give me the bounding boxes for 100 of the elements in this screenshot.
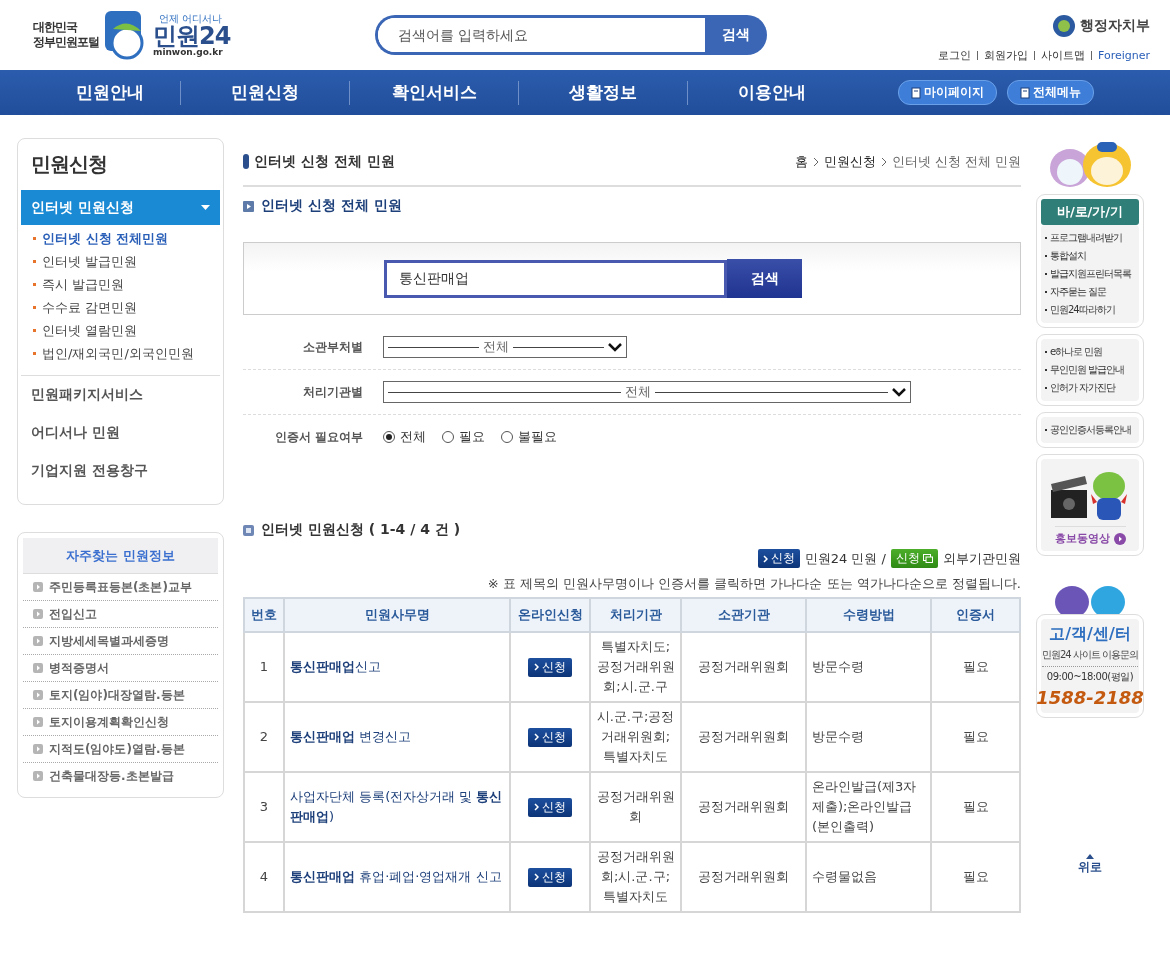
shortcut-link[interactable]: 인허가 자가진단	[1050, 380, 1116, 396]
nav-item[interactable]: 확인서비스	[350, 81, 518, 104]
shortcut-link[interactable]: 자주묻는 질문	[1050, 284, 1107, 300]
frequent-link[interactable]: 지적도(임야도)열람.등본	[49, 740, 185, 758]
apply-button[interactable]: 신청	[528, 657, 572, 677]
frequent-link[interactable]: 병적증명서	[49, 659, 109, 677]
sidebar-item[interactable]: 인터넷 신청 전체민원	[42, 229, 169, 248]
legend-text: 외부기관민원	[943, 549, 1021, 568]
column-header[interactable]: 인증서	[931, 598, 1020, 632]
table-cell: 공정거래위원회	[681, 842, 806, 912]
shortcut-link[interactable]: 통합설치	[1050, 248, 1086, 264]
shortcut-link[interactable]: e하나로 민원	[1050, 344, 1103, 360]
column-header: 온라인신청	[510, 598, 590, 632]
nav-button[interactable]: 전체메뉴	[1007, 80, 1094, 105]
header-link[interactable]: 사이트맵	[1041, 47, 1085, 63]
frequent-link[interactable]: 전입신고	[49, 605, 97, 623]
chevron-down-icon	[892, 387, 906, 397]
radio-option[interactable]: 전체	[383, 428, 426, 446]
sidebar-item[interactable]: 수수료 감면민원	[42, 298, 138, 317]
dropdown[interactable]: 전체	[383, 381, 911, 403]
bullet-icon	[33, 352, 36, 355]
table-cell: 4	[244, 842, 284, 912]
panel-title: 고/객/센/터	[1049, 624, 1131, 645]
nav-item[interactable]: 이용안내	[688, 81, 856, 104]
sidebar-section[interactable]: 어디서나 민원	[21, 414, 220, 452]
table-cell: 방문수령	[806, 702, 931, 772]
logo-domain: minwon.go.kr	[153, 47, 223, 57]
table-cell: 2	[244, 702, 284, 772]
bullet-icon	[33, 260, 36, 263]
sidebar-item[interactable]: 인터넷 열람민원	[42, 321, 138, 340]
table-cell: 특별자치도;공정거래위원회;시.군.구	[590, 632, 681, 702]
center-subtitle: 민원24 사이트 이용문의	[1041, 648, 1139, 667]
header-link[interactable]: 로그인	[938, 47, 971, 63]
apply-button[interactable]: 신청	[528, 797, 572, 817]
nav-button[interactable]: 마이페이지	[898, 80, 997, 105]
search-field[interactable]: 통신판매업	[384, 259, 727, 298]
table-cell: 필요	[931, 702, 1020, 772]
header-link[interactable]: Foreigner	[1098, 48, 1150, 62]
frequent-link[interactable]: 토지이용계획확인신청	[49, 713, 169, 731]
shortcut-link[interactable]: 민원24따라하기	[1050, 302, 1115, 318]
column-header[interactable]: 민원사무명	[284, 598, 510, 632]
shortcut-link[interactable]: 발급지원프린터목록	[1050, 266, 1131, 282]
table-cell: 수령물없음	[806, 842, 931, 912]
sidebar-item[interactable]: 인터넷 발급민원	[42, 252, 138, 271]
apply-badge: 신청	[891, 549, 938, 568]
chevron-icon	[534, 873, 539, 881]
frequent-link[interactable]: 건축물대장등.초본발급	[49, 767, 174, 785]
column-header: 소관기관	[681, 598, 806, 632]
title-marker-icon	[243, 154, 249, 169]
shortcut-link[interactable]: 프로그램내려받기	[1050, 230, 1122, 246]
table-cell: 방문수령	[806, 632, 931, 702]
search-button[interactable]: 검색	[727, 259, 802, 298]
frequent-link[interactable]: 지방세세목별과세증명	[49, 632, 169, 650]
table-cell: 시.군.구;공정거래위원회;특별자치도	[590, 702, 681, 772]
page-title: 인터넷 신청 전체 민원	[254, 152, 395, 171]
table-cell: 온라인발급(제3자제출);온라인발급(본인출력)	[806, 772, 931, 842]
chevron-icon	[534, 803, 539, 811]
breadcrumb-link[interactable]: 홈	[794, 152, 808, 171]
filter-label: 처리기관별	[302, 383, 363, 401]
table-cell: 공정거래위원회	[681, 632, 806, 702]
bullet-icon	[33, 306, 36, 309]
table-cell: 공정거래위원회	[590, 772, 681, 842]
filter-label: 소관부처별	[302, 338, 363, 356]
sidebar-section[interactable]: 인터넷 민원신청	[21, 190, 220, 225]
breadcrumb-link[interactable]: 인터넷 신청 전체 민원	[891, 152, 1021, 171]
table-cell: 공정거래위원회;시.군.구;특별자치도	[590, 842, 681, 912]
apply-button[interactable]: 신청	[528, 727, 572, 747]
sort-note: ※ 표 제목의 민원사무명이나 인증서를 클릭하면 가나다순 또는 역가나다순으로 정렬됩니다.	[486, 575, 1021, 593]
chevron-icon	[534, 733, 539, 741]
dropdown[interactable]: 전체	[383, 336, 627, 358]
header-link[interactable]: 회원가입	[984, 47, 1028, 63]
chevron-icon	[762, 554, 768, 563]
filter-label: 인증서 필요여부	[273, 428, 363, 446]
apply-button[interactable]: 신청	[528, 867, 572, 887]
sidebar-item[interactable]: 즉시 발급민원	[42, 275, 125, 294]
search-field[interactable]: 검색어를 입력하세요	[375, 15, 705, 55]
chevron-icon	[880, 156, 887, 167]
page-icon	[911, 86, 921, 99]
column-header: 수령방법	[806, 598, 931, 632]
column-header: 번호	[244, 598, 284, 632]
nav-item[interactable]: 민원신청	[181, 81, 349, 104]
breadcrumb-link[interactable]: 민원신청	[823, 152, 876, 171]
bullet-icon	[33, 329, 36, 332]
sidebar-section[interactable]: 기업지원 전용창구	[21, 452, 220, 490]
radio-option[interactable]: 필요	[442, 428, 485, 446]
nav-item[interactable]: 생활정보	[519, 81, 687, 104]
section-title: 인터넷 신청 전체 민원	[261, 197, 402, 215]
results-title: 인터넷 민원신청 ( 1-4 / 4 건 )	[261, 521, 461, 539]
shortcut-link[interactable]: 무인민원 발급안내	[1050, 362, 1125, 378]
frequent-link[interactable]: 주민등록표등본(초본)교부	[49, 578, 192, 596]
sidebar-item[interactable]: 법인/재외국민/외국인민원	[42, 344, 194, 363]
sidebar-section[interactable]: 민원패키지서비스	[21, 375, 220, 414]
frequent-link[interactable]: 토지(임야)대장열람.등본	[49, 686, 185, 704]
search-button[interactable]: 검색	[705, 15, 767, 55]
play-icon	[1113, 532, 1126, 545]
radio-option[interactable]: 불필요	[501, 428, 557, 446]
video-link[interactable]: 홍보동영상	[1054, 526, 1126, 546]
back-to-top-link[interactable]: 위로	[1078, 854, 1102, 876]
caret-up-icon	[1086, 854, 1094, 859]
ministry-name: 행정자치부	[1080, 16, 1150, 35]
